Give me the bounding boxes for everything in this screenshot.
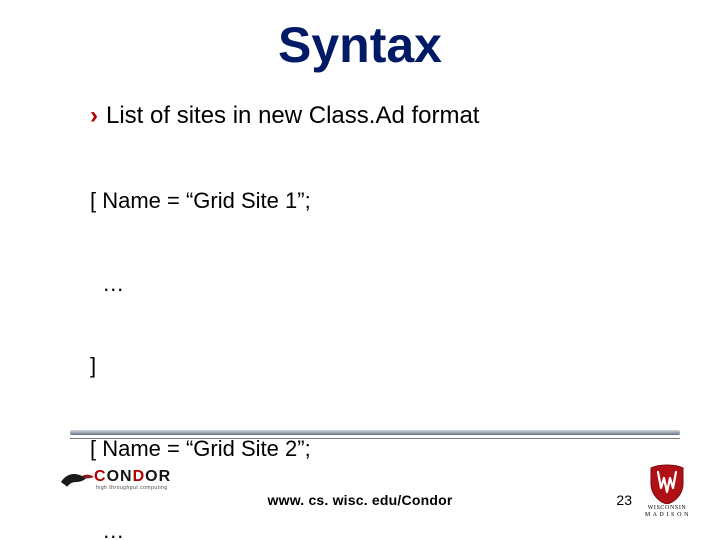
slide-body: › List of sites in new Class.Ad format [ …: [90, 102, 680, 540]
slide: Syntax › List of sites in new Class.Ad fo…: [0, 0, 720, 540]
code-line: ]: [90, 352, 680, 380]
code-block: [ Name = “Grid Site 1”; … ] [ Name = “Gr…: [90, 132, 680, 540]
bullet-text: List of sites in new Class.Ad format: [106, 102, 479, 129]
wisconsin-crest: WISCONSIN M A D I S O N: [644, 464, 690, 520]
bullet-line: › List of sites in new Class.Ad format: [90, 102, 680, 130]
condor-tagline: high throughput computing: [96, 485, 168, 491]
page-number: 23: [616, 492, 632, 508]
footer-url: www. cs. wisc. edu/Condor: [0, 492, 720, 508]
code-line: …: [90, 270, 680, 298]
condor-bird-icon: [60, 468, 96, 490]
slide-title: Syntax: [0, 16, 720, 74]
code-line: [ Name = “Grid Site 1”;: [90, 187, 680, 215]
crest-label-2: M A D I S O N: [644, 512, 690, 518]
crest-shield-icon: [649, 464, 685, 504]
condor-wordmark: CONDOR: [94, 468, 171, 486]
bullet-marker: ›: [90, 102, 98, 129]
divider: [70, 430, 680, 439]
code-line: …: [90, 517, 680, 540]
crest-label-1: WISCONSIN: [644, 505, 690, 511]
